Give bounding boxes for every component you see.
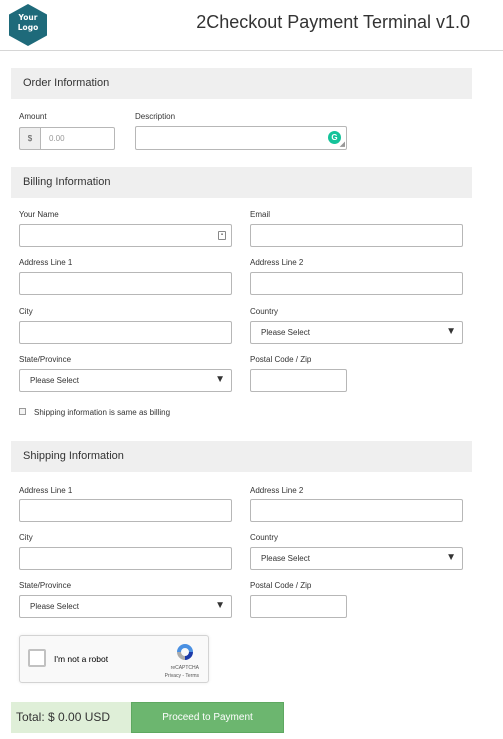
billing-name-input[interactable]: ▪ <box>19 224 232 247</box>
billing-country-value: Please Select <box>261 328 310 337</box>
billing-country-label: Country <box>250 307 279 316</box>
logo-text-line2: Logo <box>17 23 39 32</box>
logo: Your Logo <box>9 4 47 46</box>
currency-prefix: $ <box>19 127 40 150</box>
shipping-city-label: City <box>19 533 33 542</box>
billing-name-label: Your Name <box>19 210 59 219</box>
logo-text-line1: Your <box>18 13 38 22</box>
chevron-down-icon: ▼ <box>215 600 225 611</box>
contact-card-icon[interactable]: ▪ <box>218 231 226 240</box>
amount-input[interactable]: 0.00 <box>40 127 115 150</box>
billing-country-select[interactable]: Please Select ▼ <box>250 321 463 344</box>
logo-text: Your Logo <box>9 13 47 33</box>
recaptcha-checkbox[interactable] <box>28 649 46 667</box>
total-amount: Total: $ 0.00 USD <box>16 710 111 724</box>
shipping-address1-input[interactable] <box>19 499 232 522</box>
billing-state-value: Please Select <box>30 376 79 385</box>
billing-state-label: State/Province <box>19 355 72 364</box>
billing-address2-label: Address Line 2 <box>250 258 304 267</box>
page-title: 2Checkout Payment Terminal v1.0 <box>196 12 470 32</box>
billing-address2-input[interactable] <box>250 272 463 295</box>
chevron-down-icon: ▼ <box>446 552 456 563</box>
amount-label: Amount <box>19 112 47 121</box>
billing-email-label: Email <box>250 210 271 219</box>
shipping-section-title: Shipping Information <box>23 450 124 462</box>
shipping-state-value: Please Select <box>30 602 79 611</box>
billing-zip-input[interactable] <box>250 369 347 392</box>
shipping-state-label: State/Province <box>19 581 72 590</box>
shipping-state-select[interactable]: Please Select ▼ <box>19 595 232 618</box>
shipping-country-select[interactable]: Please Select ▼ <box>250 547 463 570</box>
billing-section-title: Billing Information <box>23 176 111 188</box>
billing-section-header: Billing Information <box>11 167 472 198</box>
same-as-billing-checkbox[interactable] <box>19 408 26 415</box>
shipping-zip-input[interactable] <box>250 595 347 618</box>
billing-state-select[interactable]: Please Select ▼ <box>19 369 232 392</box>
page-header: Your Logo 2Checkout Payment Terminal v1.… <box>0 0 503 51</box>
amount-placeholder: 0.00 <box>49 134 65 143</box>
shipping-city-input[interactable] <box>19 547 232 570</box>
chevron-down-icon: ▼ <box>446 326 456 337</box>
shipping-zip-label: Postal Code / Zip <box>250 581 312 590</box>
shipping-country-value: Please Select <box>261 554 310 563</box>
recaptcha-widget: I'm not a robot reCAPTCHA Privacy - Term… <box>19 635 209 683</box>
billing-city-input[interactable] <box>19 321 232 344</box>
resize-handle-icon[interactable]: ◢ <box>340 141 345 148</box>
same-as-billing-label[interactable]: Shipping information is same as billing <box>34 408 170 417</box>
order-section-header: Order Information <box>11 68 472 99</box>
billing-city-label: City <box>19 307 33 316</box>
description-label: Description <box>135 112 176 121</box>
order-section-title: Order Information <box>23 77 110 89</box>
shipping-country-label: Country <box>250 533 279 542</box>
recaptcha-links[interactable]: Privacy - Terms <box>165 673 199 679</box>
proceed-to-payment-button[interactable]: Proceed to Payment <box>131 702 284 733</box>
shipping-address2-label: Address Line 2 <box>250 486 304 495</box>
chevron-down-icon: ▼ <box>215 374 225 385</box>
billing-email-input[interactable] <box>250 224 463 247</box>
billing-address1-label: Address Line 1 <box>19 258 73 267</box>
billing-address1-input[interactable] <box>19 272 232 295</box>
description-textarea[interactable]: G ◢ <box>135 126 347 150</box>
recaptcha-label: I'm not a robot <box>54 654 109 664</box>
recaptcha-brand: reCAPTCHA <box>170 665 199 671</box>
shipping-address2-input[interactable] <box>250 499 463 522</box>
shipping-section-header: Shipping Information <box>11 441 472 472</box>
billing-zip-label: Postal Code / Zip <box>250 355 312 364</box>
recaptcha-logo-icon <box>177 644 193 660</box>
shipping-address1-label: Address Line 1 <box>19 486 73 495</box>
